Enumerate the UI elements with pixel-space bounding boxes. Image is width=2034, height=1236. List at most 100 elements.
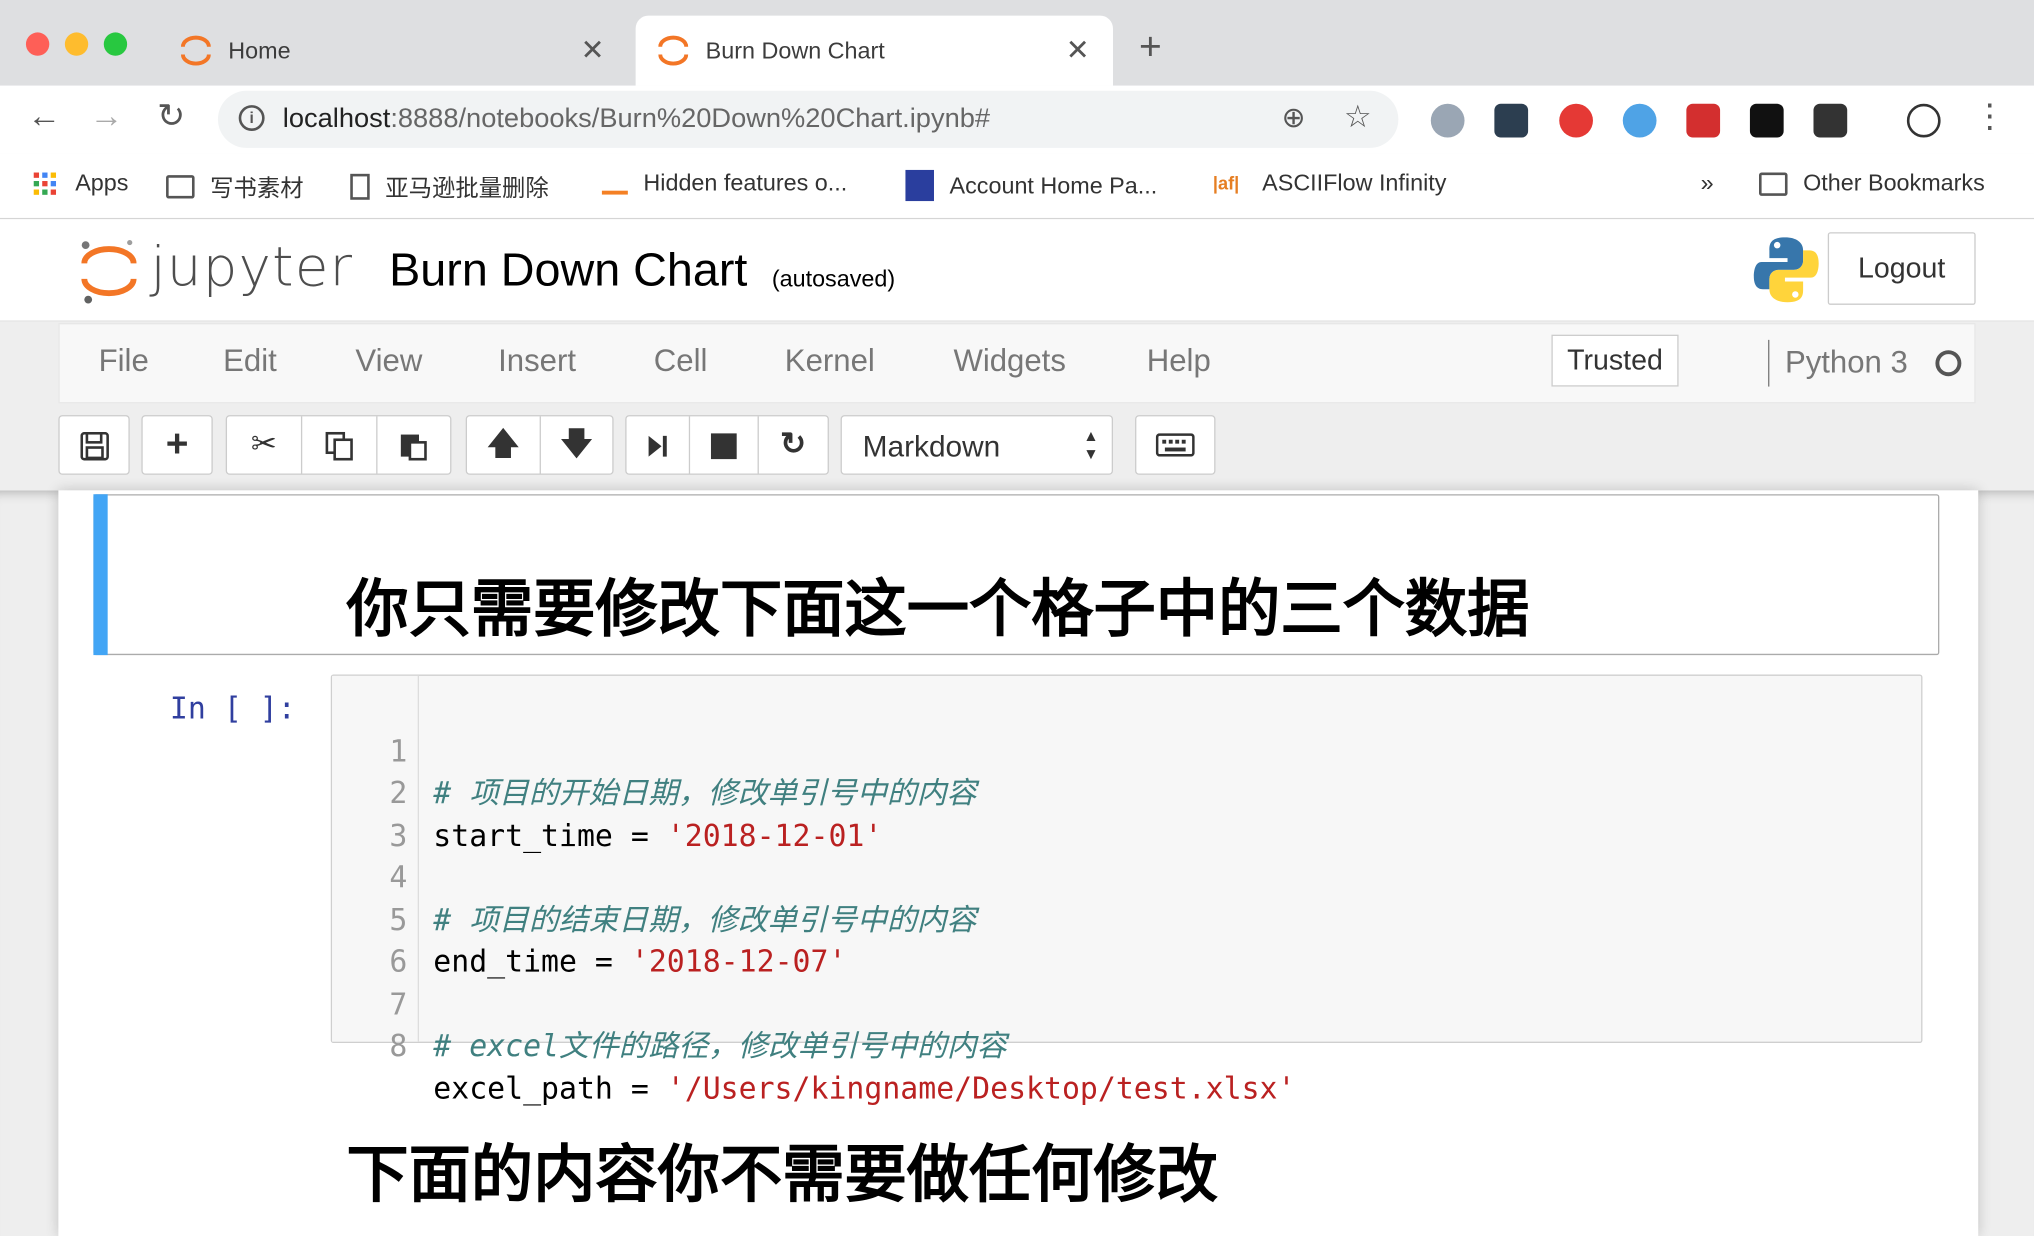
folder-icon <box>1759 171 1788 196</box>
menu-cell[interactable]: Cell <box>654 344 708 380</box>
profile-avatar-icon[interactable] <box>1906 103 1941 138</box>
window-minimize-button[interactable] <box>64 32 89 56</box>
bookmark-amazon-delete[interactable]: 亚马逊批量删除 <box>350 170 549 204</box>
tab-title: Home <box>228 36 291 63</box>
window-zoom-button[interactable] <box>103 32 128 56</box>
code-line: 2 start_time = '2018-12-01' <box>389 777 883 853</box>
menu-view[interactable]: View <box>355 344 422 380</box>
command-palette-button[interactable] <box>1135 415 1216 475</box>
bookmark-star-icon[interactable]: ☆ <box>1344 99 1372 137</box>
code-line: 5 end_time = '2018-12-07' <box>389 903 847 980</box>
menu-file[interactable]: File <box>99 344 149 380</box>
notebook-container: 你只需要修改下面这一个格子中的三个数据 In [ ]: 1 # 项目的开始日期，… <box>58 490 1979 1236</box>
jupyter-favicon-icon <box>658 35 689 66</box>
site-info-icon[interactable]: i <box>238 105 265 132</box>
page-icon <box>350 173 370 200</box>
notebook-title[interactable]: Burn Down Chart <box>389 243 747 297</box>
back-arrow-icon[interactable]: ← <box>21 96 68 136</box>
account-icon <box>905 169 934 202</box>
move-up-arrow-icon[interactable]: 🡅 <box>467 416 541 474</box>
url-text[interactable]: localhost:8888/notebooks/Burn%20Down%20C… <box>283 104 990 135</box>
keyboard-icon <box>1155 433 1195 457</box>
forward-arrow-icon[interactable]: → <box>83 96 130 136</box>
restart-kernel-icon[interactable]: ↻ <box>759 416 828 473</box>
jupyter-header: jupyter Burn Down Chart (autosaved) Logo… <box>0 219 2034 322</box>
notebook-menubar: File Edit View Insert Cell Kernel Widget… <box>58 323 1976 404</box>
copy-icon[interactable] <box>302 416 378 474</box>
browser-toolbar: ← → ↻ i localhost:8888/notebooks/Burn%20… <box>0 85 2034 154</box>
address-bar[interactable]: i localhost:8888/notebooks/Burn%20Down%2… <box>217 90 1399 148</box>
insert-cell-plus-icon[interactable]: + <box>143 416 212 473</box>
kernel-name: Python 3 <box>1784 345 1908 381</box>
code-line: 4 # 项目的结束日期，修改单引号中的内容 <box>389 861 977 938</box>
tab-title: Burn Down Chart <box>705 36 885 63</box>
reload-icon[interactable]: ↻ <box>148 96 195 136</box>
jupyter-favicon-icon <box>180 35 211 66</box>
toolbar-group-clipboard: ✂ <box>225 415 452 475</box>
extension-x-icon[interactable] <box>1494 103 1529 138</box>
menu-widgets[interactable]: Widgets <box>953 344 1065 380</box>
menu-kernel[interactable]: Kernel <box>785 344 875 380</box>
tab-burn-down-chart[interactable]: Burn Down Chart ✕ <box>635 15 1113 86</box>
select-arrows-icon: ▲ ▼ <box>1083 426 1099 464</box>
toolbar-group-save <box>58 415 130 475</box>
code-line: 7 # excel文件的路径，修改单引号中的内容 <box>389 987 1007 1064</box>
window-close-button[interactable] <box>25 32 50 56</box>
adblock-hand-icon[interactable] <box>1559 103 1593 138</box>
paste-icon[interactable] <box>377 416 450 473</box>
jupyter-wordmark[interactable]: jupyter <box>150 235 353 299</box>
cell-type-select[interactable]: Markdown ▲ ▼ <box>840 415 1113 475</box>
jupyter-logo-icon[interactable] <box>80 237 137 304</box>
stackoverflow-icon <box>601 173 628 195</box>
tab-home[interactable]: Home ✕ <box>158 16 628 86</box>
code-line: 1 # 项目的开始日期，修改单引号中的内容 <box>389 734 977 811</box>
python-logo-icon <box>1753 237 1819 303</box>
bookmark-other-bookmarks[interactable]: Other Bookmarks <box>1759 170 1985 197</box>
asciiflow-icon: |af| <box>1212 171 1240 193</box>
kernel-separator <box>1768 339 1770 387</box>
menu-help[interactable]: Help <box>1147 344 1211 380</box>
move-down-arrow-icon[interactable]: 🡇 <box>541 416 612 473</box>
cell-heading: 你只需要修改下面这一个格子中的三个数据 <box>346 573 1530 647</box>
code-line: 6 <box>389 945 408 980</box>
menu-edit[interactable]: Edit <box>223 344 277 380</box>
code-line: 3 <box>389 819 408 853</box>
save-button[interactable] <box>60 416 129 473</box>
code-lines[interactable]: 1 # 项目的开始日期，修改单引号中的内容 2 start_time = '20… <box>332 689 1889 1106</box>
bookmark-folder-writing[interactable]: 写书素材 <box>166 170 304 204</box>
extension-check-icon[interactable] <box>1622 103 1657 138</box>
trusted-notebook-button[interactable]: Trusted <box>1551 334 1679 387</box>
close-icon[interactable]: ✕ <box>1066 34 1090 68</box>
cell-selection-bar <box>93 494 108 656</box>
browser-tab-strip: Home ✕ Burn Down Chart ✕ + <box>0 0 2034 86</box>
run-step-forward-icon[interactable] <box>627 416 691 474</box>
lastpass-icon[interactable] <box>1686 103 1721 138</box>
new-tab-plus-icon[interactable]: + <box>1139 26 1162 70</box>
toolbar-group-insert: + <box>141 415 213 475</box>
bookmarks-bar: Apps 写书素材 亚马逊批量删除 Hidden features o... A… <box>0 153 2034 220</box>
interrupt-stop-icon[interactable] <box>690 416 759 474</box>
bookmark-account-home[interactable]: Account Home Pa... <box>905 169 1157 202</box>
autosave-status: (autosaved) <box>771 265 896 292</box>
kernel-idle-indicator-icon <box>1935 350 1962 377</box>
cut-scissors-icon[interactable]: ✂ <box>227 416 303 474</box>
selenium-se-icon[interactable] <box>1813 103 1848 138</box>
bookmark-hidden-features[interactable]: Hidden features o... <box>601 170 847 197</box>
markdown-heading-2: 下面的内容你不需要做任何修改 <box>346 1138 1219 1212</box>
zoom-magnifier-icon[interactable]: ⊕ <box>1282 101 1306 135</box>
apps-grid-icon <box>33 171 57 195</box>
menu-insert[interactable]: Insert <box>498 344 576 380</box>
notebook-site: 你只需要修改下面这一个格子中的三个数据 In [ ]: 1 # 项目的开始日期，… <box>0 490 2034 1236</box>
logout-button[interactable]: Logout <box>1827 232 1976 305</box>
bookmark-apps[interactable]: Apps <box>31 170 128 197</box>
browser-menu-kebab-icon[interactable]: ⋮ <box>1967 96 2014 136</box>
code-cell-editor[interactable]: 1 # 项目的开始日期，修改单引号中的内容 2 start_time = '20… <box>330 674 1923 1106</box>
markdown-cell-selected[interactable]: 你只需要修改下面这一个格子中的三个数据 <box>93 494 1940 656</box>
extension-gray-circle-icon[interactable] <box>1430 103 1465 138</box>
bookmark-asciiflow[interactable]: |af| ASCIIFlow Infinity <box>1213 170 1447 197</box>
bookmarks-overflow-chevron[interactable]: » <box>1701 170 1714 197</box>
close-icon[interactable]: ✕ <box>581 34 605 68</box>
folder-icon <box>166 175 195 199</box>
extension-eyes-icon[interactable] <box>1749 103 1784 138</box>
cell-type-value: Markdown <box>862 429 1001 464</box>
